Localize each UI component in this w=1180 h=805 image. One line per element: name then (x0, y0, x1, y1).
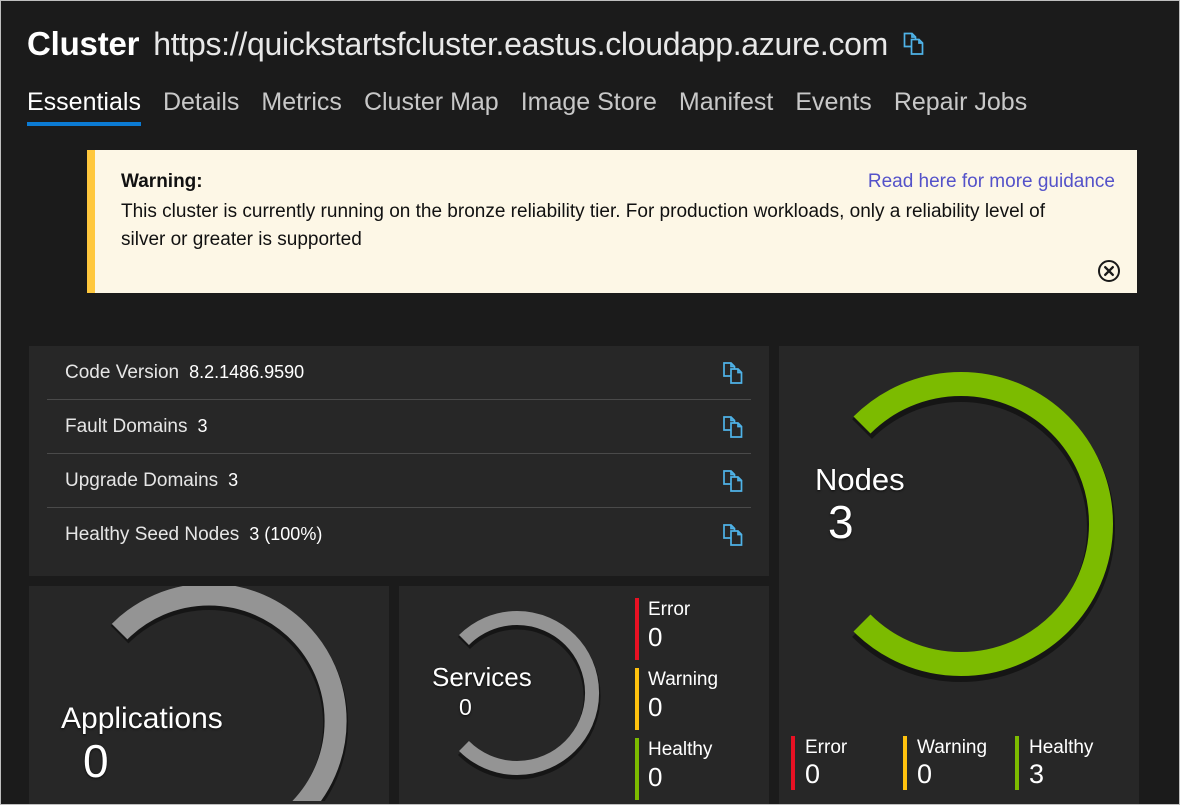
tab-bar: Essentials Details Metrics Cluster Map I… (27, 89, 1179, 127)
service-fabric-explorer-page: { "header": { "title_prefix": "Cluster",… (0, 0, 1180, 805)
legend-count: 0 (648, 761, 663, 792)
close-circle-icon[interactable] (1097, 259, 1121, 283)
legend-label: Error (805, 736, 848, 758)
title-row: Cluster https://quickstartsfcluster.east… (27, 21, 1179, 67)
applications-tile[interactable]: Applications 0 (29, 586, 389, 804)
legend-label: Warning (648, 669, 719, 690)
legend-count: 0 (805, 759, 821, 790)
dashboard: Code Version 8.2.1486.9590 Fault Domains… (29, 346, 1139, 804)
nodes-name: Nodes (815, 462, 905, 497)
info-value: 3 (100%) (249, 524, 323, 544)
legend-count: 0 (648, 691, 663, 722)
tab-essentials[interactable]: Essentials (27, 89, 141, 127)
services-tile[interactable]: Services 0 Error 0 Warning 0 Healthy 0 (399, 586, 769, 804)
cluster-url: https://quickstartsfcluster.eastus.cloud… (153, 25, 888, 62)
copy-icon[interactable] (721, 414, 747, 440)
table-row: Upgrade Domains 3 (47, 454, 751, 508)
dashboard-bottom-row: Applications 0 Services 0 Error 0 Warnin… (29, 586, 769, 804)
legend-label: Healthy (1029, 736, 1094, 758)
copy-icon[interactable] (721, 360, 747, 386)
services-legend: Error 0 Warning 0 Healthy 0 (635, 598, 755, 800)
info-value: 8.2.1486.9590 (189, 361, 305, 382)
warning-label: Warning: (121, 171, 203, 193)
legend-count: 0 (917, 759, 933, 790)
legend-count: 0 (648, 621, 663, 652)
info-key: Healthy Seed Nodes (65, 524, 240, 545)
legend-item-healthy: Healthy 0 (635, 738, 755, 800)
tab-manifest[interactable]: Manifest (679, 89, 773, 126)
copy-icon[interactable] (721, 522, 747, 548)
warning-guidance-link[interactable]: Read here for more guidance (868, 168, 1115, 196)
applications-donut-label: Applications 0 (61, 702, 223, 787)
info-key: Fault Domains (65, 415, 188, 437)
services-name: Services (432, 662, 532, 692)
table-row: Healthy Seed Nodes 3 (100%) (47, 508, 751, 562)
cluster-info-panel: Code Version 8.2.1486.9590 Fault Domains… (29, 346, 769, 576)
copy-icon[interactable] (902, 31, 928, 57)
legend-item-warning: Warning 0 (903, 735, 1015, 790)
dashboard-left-column: Code Version 8.2.1486.9590 Fault Domains… (29, 346, 769, 804)
tab-image-store[interactable]: Image Store (521, 89, 657, 126)
nodes-donut-label: Nodes 3 (815, 464, 905, 545)
services-donut-label: Services 0 (432, 664, 532, 719)
tab-cluster-map[interactable]: Cluster Map (364, 89, 499, 126)
nodes-donut-wrap: Nodes 3 (779, 346, 1139, 691)
legend-item-error: Error 0 (791, 735, 903, 790)
warning-banner: Warning: Read here for more guidance Thi… (87, 150, 1137, 294)
legend-item-healthy: Healthy 3 (1015, 735, 1127, 790)
table-row: Fault Domains 3 (47, 400, 751, 454)
legend-item-error: Error 0 (635, 598, 755, 660)
nodes-tile[interactable]: Nodes 3 Error 0 Warning 0 Healthy 3 (779, 346, 1139, 804)
applications-count: 0 (83, 735, 109, 787)
legend-label: Healthy (648, 739, 713, 760)
nodes-legend: Error 0 Warning 0 Healthy 3 (779, 735, 1139, 804)
legend-item-warning: Warning 0 (635, 668, 755, 730)
applications-name: Applications (61, 702, 223, 735)
info-key: Upgrade Domains (65, 469, 219, 491)
copy-icon[interactable] (721, 468, 747, 494)
tab-events[interactable]: Events (795, 89, 871, 126)
tab-details[interactable]: Details (163, 89, 239, 126)
page-title: Cluster (27, 25, 140, 62)
nodes-count: 3 (828, 496, 854, 548)
table-row: Code Version 8.2.1486.9590 (47, 346, 751, 400)
warning-header-row: Warning: Read here for more guidance (121, 168, 1115, 196)
legend-label: Error (648, 599, 691, 620)
legend-count: 3 (1029, 759, 1045, 790)
tab-metrics[interactable]: Metrics (261, 89, 342, 126)
legend-label: Warning (917, 736, 988, 758)
info-value: 3 (228, 469, 239, 490)
tab-repair-jobs[interactable]: Repair Jobs (894, 89, 1027, 126)
page-header: Cluster https://quickstartsfcluster.east… (1, 1, 1179, 127)
info-key: Code Version (65, 361, 180, 383)
services-count: 0 (459, 694, 472, 720)
warning-message: This cluster is currently running on the… (121, 200, 1046, 251)
info-value: 3 (197, 415, 208, 436)
